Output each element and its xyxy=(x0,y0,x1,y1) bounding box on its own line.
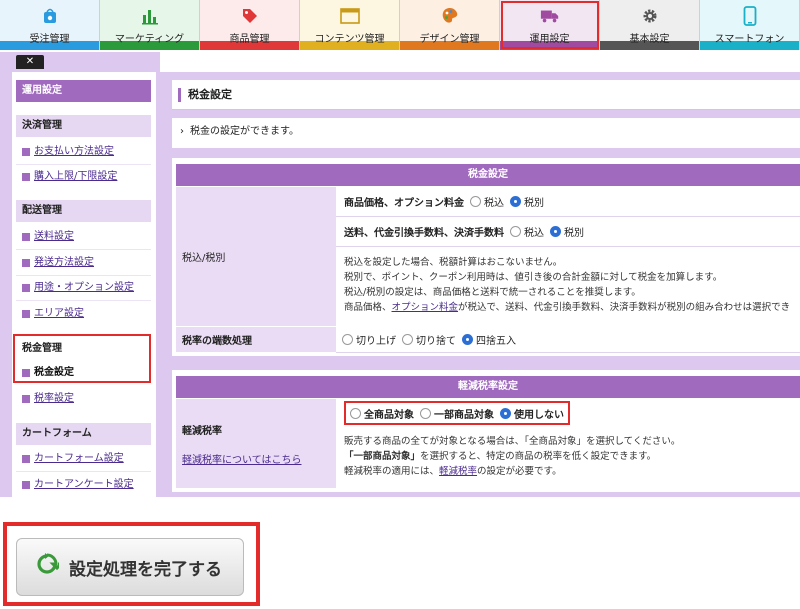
page-description: › 税金の設定ができます。 xyxy=(172,118,800,148)
round-down-radio[interactable]: 切り捨て xyxy=(402,332,456,347)
palette-icon xyxy=(440,6,460,26)
complete-button-label: 設定処理を完了する xyxy=(69,559,222,580)
divider xyxy=(16,275,151,276)
sidebar-item-tax-rate[interactable]: 税率設定 xyxy=(16,390,151,408)
sidebar-group-shipping: 配送管理 xyxy=(16,200,151,222)
radio-dot-selected xyxy=(550,226,561,237)
round-up-radio[interactable]: 切り上げ xyxy=(342,332,396,347)
sidebar-group-cart-form: カートフォーム xyxy=(16,423,151,445)
all-products-radio[interactable]: 全商品対象 xyxy=(350,406,414,421)
shipping-fee-tax-inclusive-radio[interactable]: 税込 xyxy=(510,224,544,239)
sidebar-item-cart-form[interactable]: カートフォーム設定 xyxy=(16,450,151,468)
tab-label: 基本設定 xyxy=(629,33,670,45)
sidebar-item-shipping-fee[interactable]: 送料設定 xyxy=(16,228,151,246)
sidebar-item-area[interactable]: エリア設定 xyxy=(16,305,151,323)
tab-label: デザイン管理 xyxy=(419,33,480,45)
tab-design-management[interactable]: デザイン管理 xyxy=(400,0,500,50)
sidebar-item-packaging-options[interactable]: 用途・オプション設定 xyxy=(16,279,151,297)
reduced-tax-label-cell: 軽減税率 軽減税率についてはこちら xyxy=(176,399,336,489)
bullet-icon xyxy=(22,395,30,403)
reduced-tax-help-link[interactable]: 軽減税率についてはこちら xyxy=(182,451,302,466)
some-products-radio[interactable]: 一部商品対象 xyxy=(420,406,494,421)
radio-dot-selected xyxy=(462,334,473,345)
sidebar-group-payment: 決済管理 xyxy=(16,115,151,137)
rounding-label-cell: 税率の端数処理 xyxy=(176,327,336,353)
option-fee-link[interactable]: オプション料金 xyxy=(392,302,459,313)
tab-order-management[interactable]: 受注管理 xyxy=(0,0,100,50)
bullet-icon xyxy=(22,148,30,156)
tab-label: マーケティング xyxy=(114,33,185,45)
bullet-icon xyxy=(22,173,30,181)
radio-dot-selected xyxy=(500,407,511,419)
sidebar-item-shipping-method[interactable]: 発送方法設定 xyxy=(16,254,151,272)
tax-table-header: 税金設定 xyxy=(176,164,800,186)
tab-content-management[interactable]: コンテンツ管理 xyxy=(300,0,400,50)
divider xyxy=(16,300,151,301)
radio-dot xyxy=(510,226,521,237)
product-price-tax-exclusive-radio[interactable]: 税別 xyxy=(510,194,544,209)
order-bag-icon xyxy=(40,6,60,26)
reduced-tax-setting-link[interactable]: 軽減税率 xyxy=(439,466,477,477)
refresh-icon xyxy=(35,552,65,582)
divider xyxy=(16,249,151,250)
bullet-icon xyxy=(22,455,30,463)
tab-label: 運用設定 xyxy=(529,33,570,45)
bullet-icon xyxy=(22,259,30,267)
round-half-radio[interactable]: 四捨五入 xyxy=(462,332,516,347)
radio-dot-selected xyxy=(510,196,521,207)
do-not-use-radio[interactable]: 使用しない xyxy=(500,406,564,421)
reduced-tax-table-header: 軽減税率設定 xyxy=(176,376,800,398)
sidebar-item-purchase-limit[interactable]: 購入上限/下限設定 xyxy=(16,168,151,186)
tab-label: スマートフォン xyxy=(714,33,785,45)
sidebar-header-label: 運用設定 xyxy=(22,85,62,96)
tab-basic-settings[interactable]: 基本設定 xyxy=(600,0,700,50)
tab-label: 受注管理 xyxy=(29,33,70,45)
product-price-tax-row: 商品価格、オプション料金 税込 税別 xyxy=(336,187,800,217)
shipping-fee-tax-exclusive-radio[interactable]: 税別 xyxy=(550,224,584,239)
bullet-icon xyxy=(22,481,30,489)
chevron-right-icon: › xyxy=(180,126,184,137)
window-icon xyxy=(339,6,360,26)
tax-inclusive-label-cell: 税込/税別 xyxy=(176,187,336,327)
tab-smartphone[interactable]: スマートフォン xyxy=(700,0,800,50)
tab-product-management[interactable]: 商品管理 xyxy=(200,0,300,50)
price-tag-icon xyxy=(240,6,260,26)
page-title: 税金設定 xyxy=(172,80,800,110)
radio-dot xyxy=(470,196,481,207)
complete-settings-button[interactable]: 設定処理を完了する xyxy=(16,538,244,596)
sidebar-item-cart-survey[interactable]: カートアンケート設定 xyxy=(16,476,151,494)
radio-dot xyxy=(350,407,361,419)
divider xyxy=(16,471,151,472)
truck-icon xyxy=(540,6,560,26)
sidebar-item-payment-method[interactable]: お支払い方法設定 xyxy=(16,143,151,161)
radio-dot xyxy=(342,334,353,345)
radio-dot xyxy=(402,334,413,345)
radio-dot xyxy=(420,407,431,419)
smartphone-icon xyxy=(740,5,760,26)
divider xyxy=(16,164,151,165)
reduced-tax-notes: 販売する商品の全てが対象となる場合は、「全商品対象」を選択してください。 「一部… xyxy=(336,430,800,488)
bullet-icon xyxy=(22,233,30,241)
bullet-icon xyxy=(22,284,30,292)
product-price-tax-inclusive-radio[interactable]: 税込 xyxy=(470,194,504,209)
bar-chart-icon xyxy=(140,6,160,26)
sidebar-header[interactable]: 運用設定 xyxy=(16,80,151,102)
tab-operation-settings[interactable]: 運用設定 xyxy=(500,0,600,50)
rounding-row: 切り上げ 切り捨て 四捨五入 xyxy=(336,327,800,353)
highlight-tax-group xyxy=(13,334,151,383)
gear-icon xyxy=(640,6,660,26)
bullet-icon xyxy=(22,310,30,318)
top-navigation: 受注管理 マーケティング 商品管理 コンテンツ管理 デザイン管理 運用設定 基本… xyxy=(0,0,800,50)
highlight-reduced-tax-options: 全商品対象 一部商品対象 使用しない xyxy=(344,401,570,425)
tab-marketing[interactable]: マーケティング xyxy=(100,0,200,50)
close-sidebar-button[interactable]: ✕ xyxy=(16,55,44,69)
tax-notes: 税込を設定した場合、税額計算はおこないません。 税別で、ポイント、クーポン利用時… xyxy=(336,249,800,327)
shipping-fee-tax-row: 送料、代金引換手数料、決済手数料 税込 税別 xyxy=(336,217,800,247)
tab-label: コンテンツ管理 xyxy=(314,33,385,45)
tab-label: 商品管理 xyxy=(229,33,270,45)
reduced-tax-options-row: 全商品対象 一部商品対象 使用しない xyxy=(336,399,800,427)
